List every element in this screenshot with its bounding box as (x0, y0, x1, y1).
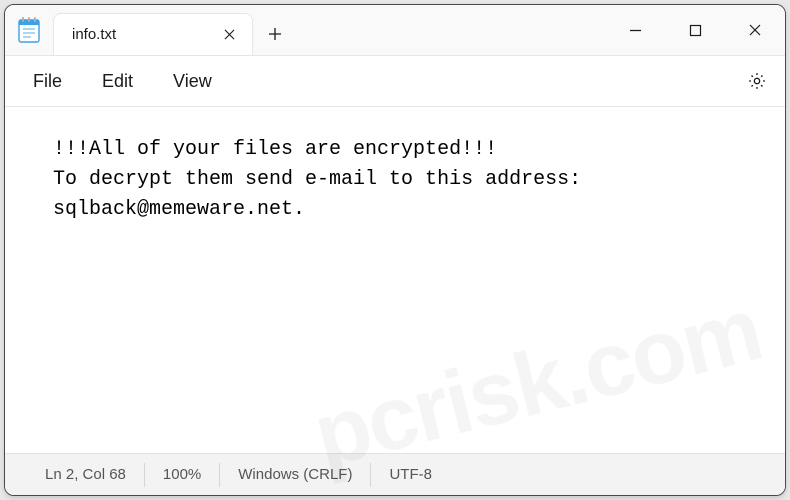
statusbar: Ln 2, Col 68 100% Windows (CRLF) UTF-8 (5, 453, 785, 495)
menubar: File Edit View (5, 55, 785, 107)
status-line-ending: Windows (CRLF) (220, 463, 371, 487)
close-icon (224, 29, 235, 40)
tab-active[interactable]: info.txt (53, 13, 253, 55)
gear-icon (747, 71, 767, 91)
notepad-app-icon (5, 5, 53, 55)
status-encoding: UTF-8 (371, 463, 450, 487)
status-zoom[interactable]: 100% (145, 463, 220, 487)
window-close-button[interactable] (725, 5, 785, 55)
close-icon (748, 23, 762, 37)
plus-icon (268, 27, 282, 41)
content-line: To decrypt them send e-mail to this addr… (53, 168, 581, 191)
window-maximize-button[interactable] (665, 5, 725, 55)
menu-file[interactable]: File (13, 65, 82, 98)
titlebar-drag-area[interactable] (297, 5, 605, 55)
content-line: !!!All of your files are encrypted!!! (53, 138, 497, 161)
notepad-icon (18, 17, 40, 43)
new-tab-button[interactable] (253, 13, 297, 55)
content-line: sqlback@memeware.net. (53, 198, 305, 221)
notepad-window: info.txt (4, 4, 786, 496)
menu-view[interactable]: View (153, 65, 232, 98)
settings-button[interactable] (737, 61, 777, 101)
maximize-icon (689, 24, 702, 37)
window-minimize-button[interactable] (605, 5, 665, 55)
menu-edit[interactable]: Edit (82, 65, 153, 98)
minimize-icon (629, 24, 642, 37)
titlebar: info.txt (5, 5, 785, 55)
status-cursor-position: Ln 2, Col 68 (27, 463, 145, 487)
text-editor-area[interactable]: !!!All of your files are encrypted!!! To… (5, 107, 785, 453)
tab-title: info.txt (72, 26, 216, 43)
tab-close-button[interactable] (216, 22, 242, 48)
